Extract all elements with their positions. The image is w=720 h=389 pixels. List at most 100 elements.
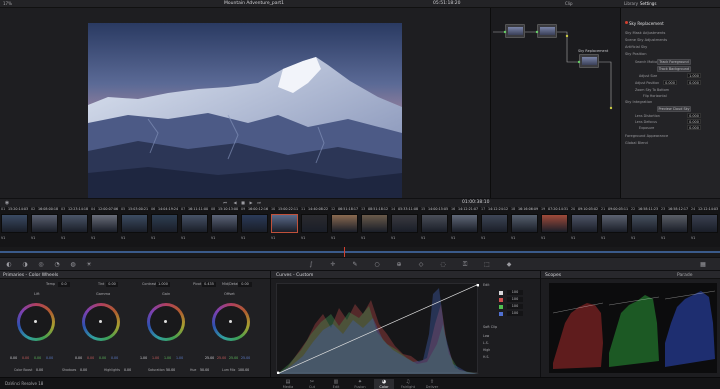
wheel-value[interactable]: 0.00 xyxy=(87,356,94,360)
window-icon[interactable]: ○ xyxy=(374,262,380,268)
clip-thumbnail[interactable] xyxy=(91,214,118,233)
edit-value[interactable]: 100 xyxy=(507,311,523,316)
page-tab-deliver[interactable]: ⇪ Deliver xyxy=(422,379,442,389)
clip-thumbnail[interactable] xyxy=(631,214,658,233)
camera-raw-icon[interactable]: ◐ xyxy=(6,262,12,268)
channel-swatch[interactable] xyxy=(499,305,503,309)
zoom-sky-label[interactable]: Zoom Sky To Bottom xyxy=(635,88,669,92)
position-y-value[interactable]: 0.000 xyxy=(687,80,701,85)
offset-wheel[interactable] xyxy=(212,303,250,341)
clip-thumbnail[interactable] xyxy=(1,214,28,233)
clip-thumbnail[interactable] xyxy=(151,214,178,233)
clip-menu[interactable]: Clip xyxy=(565,2,573,6)
saturation-value[interactable]: 50.00 xyxy=(166,368,175,372)
page-tab-cut[interactable]: ✂ Cut xyxy=(302,379,322,389)
key-icon[interactable]: ⚿ xyxy=(462,262,468,268)
clip-thumbnail[interactable] xyxy=(481,214,508,233)
play-icon[interactable]: ▶ xyxy=(248,200,254,206)
playback-options-icon[interactable]: ◉ xyxy=(4,200,10,206)
magic-mask-icon[interactable]: ◇ xyxy=(418,262,424,268)
exposure-value[interactable]: 0.000 xyxy=(687,125,701,130)
channel-swatch[interactable] xyxy=(499,312,503,316)
edit-value[interactable]: 100 xyxy=(507,304,523,309)
gamma-wheel[interactable] xyxy=(82,303,120,341)
track-foreground-button[interactable]: Track Foreground xyxy=(657,59,691,65)
wheel-value[interactable]: 1.00 xyxy=(164,356,171,360)
motion-effects-icon[interactable]: ◍ xyxy=(70,262,76,268)
wheel-value[interactable]: 25.00 xyxy=(205,356,214,360)
lens-defocus-value[interactable]: 0.000 xyxy=(687,119,701,124)
position-x-value[interactable]: 0.000 xyxy=(663,80,677,85)
clip-thumbnail[interactable] xyxy=(511,214,538,233)
page-tab-media[interactable]: ▤ Media xyxy=(278,379,298,389)
hdr-icon[interactable]: ☀ xyxy=(86,262,92,268)
color-boost-value[interactable]: 0.00 xyxy=(36,368,43,372)
sizing-icon[interactable]: ⬚ xyxy=(484,262,490,268)
adjust-size-value[interactable]: 1.000 xyxy=(687,73,701,78)
node-editor[interactable]: Sky Replacement xyxy=(490,8,620,198)
scope-icon[interactable]: ▦ xyxy=(700,262,706,268)
blur-icon[interactable]: ◌ xyxy=(440,262,446,268)
preview-cloud-button[interactable]: Preview Cloud Sky xyxy=(657,106,691,112)
clip-thumbnail[interactable] xyxy=(331,214,358,233)
global-blend-row[interactable]: Global Blend xyxy=(625,141,648,145)
curves-icon[interactable]: ∫ xyxy=(308,262,314,268)
lens-distortion-value[interactable]: 0.000 xyxy=(687,113,701,118)
temp-value[interactable]: 0.0 xyxy=(58,282,70,287)
wheel-value[interactable]: 25.00 xyxy=(229,356,238,360)
clip-thumbnail[interactable] xyxy=(541,214,568,233)
play-reverse-icon[interactable]: ◀ xyxy=(232,200,238,206)
clip-thumbnail[interactable] xyxy=(571,214,598,233)
color-match-icon[interactable]: ◑ xyxy=(22,262,28,268)
skip-back-icon[interactable]: ⏮ xyxy=(222,200,228,206)
wheel-value[interactable]: 0.00 xyxy=(99,356,106,360)
clip-thumbnail[interactable] xyxy=(31,214,58,233)
mini-timeline[interactable] xyxy=(0,247,720,257)
fx-row[interactable]: Sky Mask Adjustments xyxy=(625,31,665,35)
page-tab-edit[interactable]: ▥ Edit xyxy=(326,379,346,389)
track-background-button[interactable]: Track Background xyxy=(657,66,691,72)
clip-thumbnail[interactable] xyxy=(61,214,88,233)
wheel-value[interactable]: 0.00 xyxy=(22,356,29,360)
qualifier-icon[interactable]: ✎ xyxy=(352,262,358,268)
clip-thumbnail[interactable] xyxy=(241,214,268,233)
clip-thumbnail[interactable] xyxy=(691,214,718,233)
lift-wheel[interactable] xyxy=(17,303,55,341)
skip-forward-icon[interactable]: ⏭ xyxy=(256,200,262,206)
wheel-value[interactable]: 1.00 xyxy=(140,356,147,360)
wheel-value[interactable]: 0.00 xyxy=(46,356,53,360)
lum-mix-value[interactable]: 100.00 xyxy=(238,368,249,372)
tab-settings[interactable]: Settings xyxy=(640,2,656,6)
fx-row[interactable]: Sky Position xyxy=(625,52,647,56)
flip-horizontal-label[interactable]: Flip Horizontal xyxy=(643,94,667,98)
zoom-level[interactable]: 17% xyxy=(3,2,12,6)
color-warper-icon[interactable]: ✛ xyxy=(330,262,336,268)
hue-value[interactable]: 50.00 xyxy=(200,368,209,372)
fx-row[interactable]: Artificial Sky xyxy=(625,45,647,49)
wheel-value[interactable]: 1.00 xyxy=(176,356,183,360)
clip-thumbnail[interactable] xyxy=(121,214,148,233)
wheel-value[interactable]: 0.00 xyxy=(111,356,118,360)
color-wheels-icon[interactable]: ◎ xyxy=(38,262,44,268)
clip-thumbnail[interactable] xyxy=(361,214,388,233)
wheel-value[interactable]: 0.00 xyxy=(34,356,41,360)
clip-thumbnail[interactable] xyxy=(211,214,238,233)
curve-graph[interactable] xyxy=(276,283,480,375)
rgb-mixer-icon[interactable]: ◔ xyxy=(54,262,60,268)
edit-value[interactable]: 100 xyxy=(507,290,523,295)
channel-swatch[interactable] xyxy=(499,298,503,302)
wheel-value[interactable]: 25.00 xyxy=(217,356,226,360)
3d-icon[interactable]: ◆ xyxy=(506,262,512,268)
clip-thumbnail[interactable] xyxy=(451,214,478,233)
pivot-value[interactable]: 0.435 xyxy=(202,282,216,287)
wheel-value[interactable]: 25.00 xyxy=(241,356,250,360)
page-tab-fairlight[interactable]: ♫ Fairlight xyxy=(398,379,418,389)
tab-library[interactable]: Library xyxy=(624,2,638,6)
page-tab-fusion[interactable]: ✦ Fusion xyxy=(350,379,370,389)
mid-detail-value[interactable]: 0.00 xyxy=(238,282,252,287)
tracker-icon[interactable]: ⊕ xyxy=(396,262,402,268)
wheel-value[interactable]: 1.00 xyxy=(152,356,159,360)
channel-swatch[interactable] xyxy=(499,291,503,295)
sky-integration-row[interactable]: Sky Integration xyxy=(625,100,652,104)
page-tab-color[interactable]: ◕ Color xyxy=(374,379,394,389)
